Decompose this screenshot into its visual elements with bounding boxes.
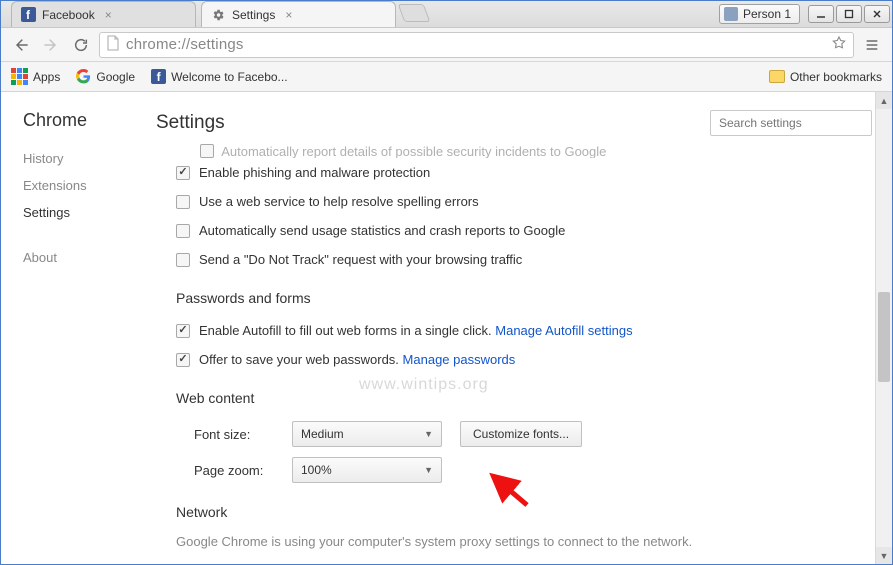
checkbox[interactable] [176,224,190,238]
checkbox[interactable] [176,324,190,338]
font-size-select[interactable]: Medium [292,421,442,447]
minimize-button[interactable] [808,5,834,23]
option-autofill: Enable Autofill to fill out web forms in… [176,316,872,345]
tab-close-icon[interactable]: × [105,8,112,22]
arrow-left-icon [13,37,29,53]
profile-label: Person 1 [743,7,791,21]
manage-passwords-link[interactable]: Manage passwords [403,352,516,367]
section-passwords: Passwords and forms [176,290,872,306]
avatar [724,7,738,21]
network-text: Google Chrome is using your computer's s… [176,530,872,553]
hamburger-icon [864,37,880,53]
bookmark-star-icon[interactable] [831,35,847,55]
page-zoom-label: Page zoom: [194,463,274,478]
option-label: Enable phishing and malware protection [199,165,430,180]
checkbox[interactable] [176,195,190,209]
apps-icon [11,68,28,85]
section-network: Network [176,504,872,520]
scrollbar[interactable]: ▲ ▼ [875,92,892,564]
checkbox[interactable] [176,353,190,367]
customize-fonts-button[interactable]: Customize fonts... [460,421,582,447]
sidebar: Chrome History Extensions Settings About [1,92,156,564]
option-spelling: Use a web service to help resolve spelli… [176,187,872,216]
bookmark-google[interactable]: Google [76,69,135,84]
font-size-label: Font size: [194,427,274,442]
apps-label: Apps [33,70,60,84]
maximize-button[interactable] [836,5,862,23]
sidebar-title: Chrome [23,110,146,131]
truncated-row: Automatically report details of possible… [176,142,872,158]
profile-button[interactable]: Person 1 [719,4,800,24]
sidebar-item-extensions[interactable]: Extensions [23,172,146,199]
option-label: Use a web service to help resolve spelli… [199,194,479,209]
reload-icon [73,37,89,53]
forward-button[interactable] [39,33,63,57]
url-text: chrome://settings [126,36,244,53]
sidebar-item-settings[interactable]: Settings [23,199,146,226]
sidebar-item-history[interactable]: History [23,145,146,172]
tab-settings[interactable]: Settings × [201,1,396,27]
facebook-icon: f [151,69,166,84]
gear-icon [210,7,226,23]
option-label: Send a "Do Not Track" request with your … [199,252,522,267]
reload-button[interactable] [69,33,93,57]
page-title: Settings [156,112,225,134]
other-bookmarks[interactable]: Other bookmarks [769,70,882,84]
tab-close-icon[interactable]: × [285,8,292,22]
search-settings-input[interactable] [710,110,872,136]
checkbox[interactable] [176,253,190,267]
scroll-down-icon[interactable]: ▼ [876,547,892,564]
page-icon [106,35,120,55]
close-icon [872,9,882,19]
option-label: Automatically send usage statistics and … [199,223,565,238]
bookmark-label: Welcome to Facebo... [171,70,288,84]
option-label: Enable Autofill to fill out web forms in… [199,323,492,338]
manage-autofill-link[interactable]: Manage Autofill settings [495,323,632,338]
other-bookmarks-label: Other bookmarks [790,70,882,84]
bookmark-facebook[interactable]: f Welcome to Facebo... [151,69,288,84]
close-button[interactable] [864,5,890,23]
option-dnt: Send a "Do Not Track" request with your … [176,245,872,274]
address-bar[interactable]: chrome://settings [99,32,854,58]
google-icon [76,69,91,84]
option-phishing: Enable phishing and malware protection [176,158,872,187]
font-size-row: Font size: Medium Customize fonts... [194,416,872,452]
checkbox[interactable] [176,166,190,180]
tab-label: Settings [232,8,275,22]
folder-icon [769,70,785,83]
page-zoom-row: Page zoom: 100% [194,452,872,488]
main: Settings Automatically report details of… [156,92,892,564]
checkbox[interactable] [200,144,214,158]
tab-facebook[interactable]: f Facebook × [11,1,196,27]
back-button[interactable] [9,33,33,57]
scroll-thumb[interactable] [878,292,890,382]
apps-button[interactable]: Apps [11,68,60,85]
tab-label: Facebook [42,8,95,22]
facebook-icon: f [20,7,36,23]
bookmarks-bar: Apps Google f Welcome to Facebo... Other… [1,62,892,92]
content: Chrome History Extensions Settings About… [1,92,892,564]
minimize-icon [816,9,826,19]
menu-button[interactable] [860,33,884,57]
page-zoom-select[interactable]: 100% [292,457,442,483]
toolbar: chrome://settings [1,28,892,62]
maximize-icon [844,9,854,19]
section-web-content: Web content [176,390,872,406]
option-usage-stats: Automatically send usage statistics and … [176,216,872,245]
arrow-right-icon [43,37,59,53]
scroll-up-icon[interactable]: ▲ [876,92,892,109]
option-save-passwords: Offer to save your web passwords. Manage… [176,345,872,374]
bookmark-label: Google [96,70,135,84]
option-label: Offer to save your web passwords. [199,352,399,367]
sidebar-item-about[interactable]: About [23,244,146,271]
